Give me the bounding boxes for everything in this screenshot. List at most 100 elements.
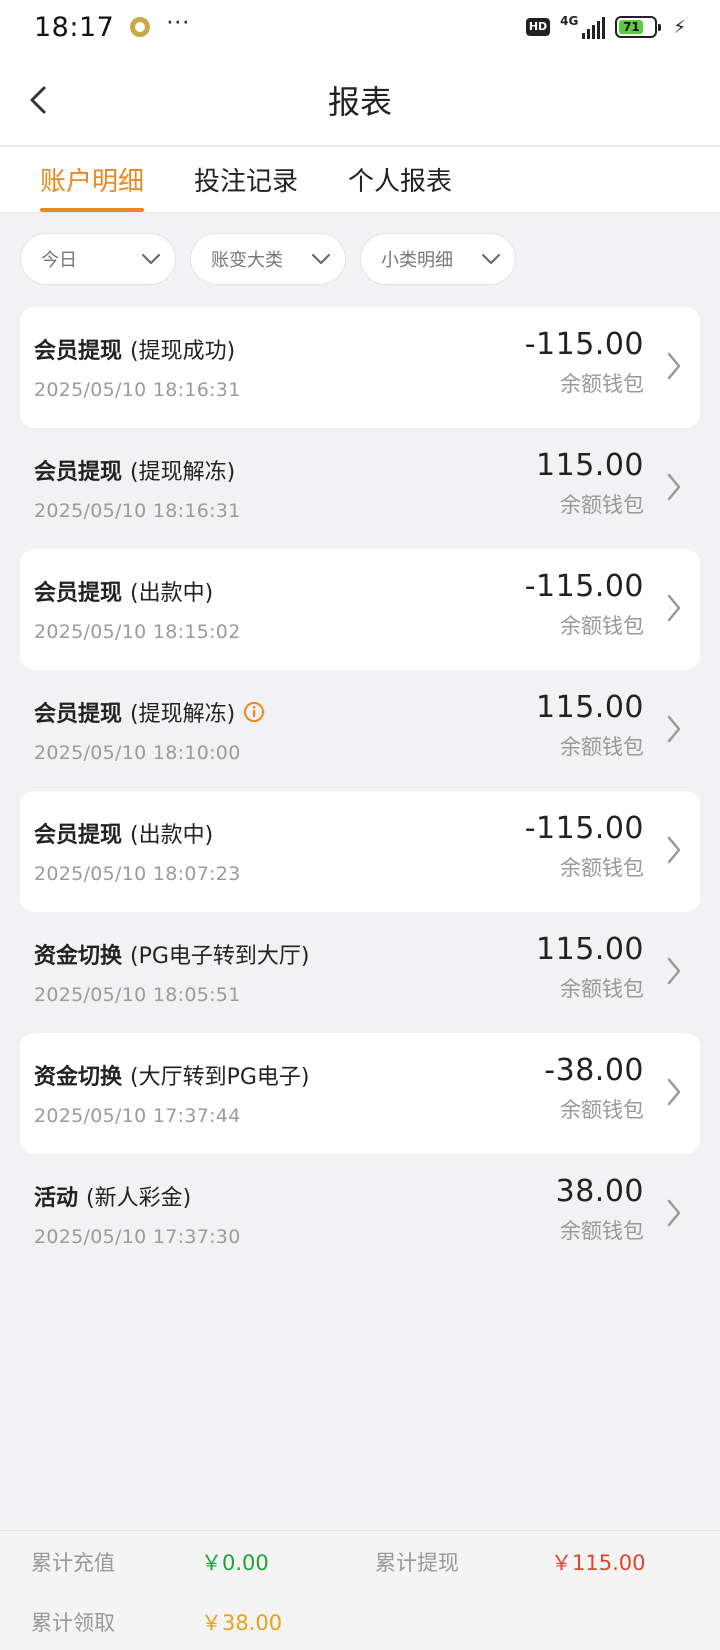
battery-level: 71	[619, 20, 644, 34]
notification-app-icon	[130, 17, 151, 37]
row-title: 资金切换 (大厅转到PG电子)	[34, 1059, 310, 1091]
info-icon[interactable]	[243, 701, 265, 723]
total-claim-value: ￥38.00	[201, 1611, 283, 1635]
row-wallet: 余额钱包	[560, 493, 644, 517]
row-category: 会员提现	[34, 581, 123, 606]
chevron-right-icon	[667, 352, 681, 380]
row-info: 会员提现 (提现解冻) 2025/05/10 18:16:31	[34, 454, 241, 522]
chevron-right-icon	[667, 957, 681, 985]
row-title: 会员提现 (提现解冻)	[34, 454, 241, 486]
filter-subcategory-dropdown[interactable]: 小类明细	[360, 233, 516, 285]
row-title: 会员提现 (提现解冻)	[34, 696, 265, 728]
row-category: 会员提现	[34, 460, 123, 485]
transaction-row[interactable]: 资金切换 (大厅转到PG电子) 2025/05/10 17:37:44 -38.…	[20, 1033, 700, 1154]
tab-personal-report[interactable]: 个人报表	[348, 146, 452, 212]
total-recharge-label: 累计充值	[31, 1551, 115, 1575]
back-button[interactable]	[14, 76, 62, 124]
transaction-row[interactable]: 会员提现 (出款中) 2025/05/10 18:07:23 -115.00 余…	[20, 791, 700, 912]
page-title: 报表	[327, 82, 392, 121]
row-amount-block: -115.00 余额钱包	[525, 327, 644, 398]
network-indicator: 4G	[560, 15, 606, 39]
filter-date-dropdown[interactable]: 今日	[20, 233, 176, 285]
row-info: 资金切换 (大厅转到PG电子) 2025/05/10 17:37:44	[34, 1059, 310, 1127]
row-amount-block: -115.00 余额钱包	[525, 811, 644, 882]
row-amount: 115.00	[536, 448, 644, 483]
chevron-right-icon	[667, 715, 681, 743]
row-amount-block: -115.00 余额钱包	[525, 569, 644, 640]
row-title: 会员提现 (提现成功)	[34, 333, 241, 365]
filter-label: 今日	[41, 250, 77, 271]
filter-bar: 今日 账变大类 小类明细	[20, 233, 516, 285]
row-info: 会员提现 (出款中) 2025/05/10 18:07:23	[34, 817, 241, 885]
tab-bar: 账户明细 投注记录 个人报表	[0, 147, 720, 213]
row-amount-block: 115.00 余额钱包	[536, 448, 644, 519]
filter-label: 小类明细	[381, 250, 453, 271]
status-right: HD 4G 71 ⚡	[525, 15, 686, 39]
total-claim-label: 累计领取	[31, 1611, 115, 1635]
row-amount-block: 115.00 余额钱包	[536, 690, 644, 761]
row-amount: -38.00	[544, 1053, 644, 1088]
summary-footer: 累计充值 ￥0.00 累计提现 ￥115.00 累计领取 ￥38.00	[0, 1530, 720, 1650]
status-time: 18:17	[34, 11, 115, 43]
transaction-row[interactable]: 会员提现 (出款中) 2025/05/10 18:15:02 -115.00 余…	[20, 549, 700, 670]
transaction-row[interactable]: 会员提现 (提现解冻) 2025/05/10 18:16:31 115.00 余…	[20, 428, 700, 549]
row-time: 2025/05/10 18:10:00	[34, 742, 241, 764]
row-amount: 115.00	[536, 690, 644, 725]
navigation-bar: 报表	[0, 54, 720, 146]
row-category: 会员提现	[34, 702, 123, 727]
transaction-row[interactable]: 会员提现 (提现解冻) 2025/05/10 18:10:00 115.00 余…	[20, 670, 700, 791]
row-info: 活动 (新人彩金) 2025/05/10 17:37:30	[34, 1180, 241, 1248]
row-amount: -115.00	[524, 811, 644, 846]
row-amount: 115.00	[536, 932, 644, 967]
row-category: 会员提现	[34, 823, 123, 848]
row-info: 会员提现 (提现成功) 2025/05/10 18:16:31	[34, 333, 241, 401]
row-info: 会员提现 (提现解冻) 2025/05/10 18:10:00	[34, 696, 265, 764]
chevron-right-icon	[667, 594, 681, 622]
row-wallet: 余额钱包	[560, 614, 644, 638]
row-time: 2025/05/10 17:37:30	[34, 1226, 241, 1248]
status-left: 18:17 ···	[34, 10, 191, 43]
row-time: 2025/05/10 18:07:23	[34, 863, 241, 885]
transaction-row[interactable]: 资金切换 (PG电子转到大厅) 2025/05/10 18:05:51 115.…	[20, 912, 700, 1033]
row-info: 资金切换 (PG电子转到大厅) 2025/05/10 18:05:51	[34, 938, 310, 1006]
row-wallet: 余额钱包	[560, 977, 644, 1001]
more-notifications-icon: ···	[166, 10, 191, 36]
row-time: 2025/05/10 18:15:02	[34, 621, 241, 643]
chevron-right-icon	[667, 1078, 681, 1106]
row-time: 2025/05/10 18:05:51	[34, 984, 241, 1006]
row-wallet: 余额钱包	[560, 1219, 644, 1243]
total-recharge-value: ￥0.00	[201, 1551, 269, 1575]
row-detail: (提现解冻)	[130, 460, 236, 485]
tab-bet-records[interactable]: 投注记录	[194, 146, 298, 212]
battery-icon: 71	[615, 16, 662, 38]
chevron-down-icon	[312, 254, 330, 264]
row-detail: (出款中)	[130, 823, 214, 848]
row-title: 会员提现 (出款中)	[34, 575, 241, 607]
row-info: 会员提现 (出款中) 2025/05/10 18:15:02	[34, 575, 241, 643]
filter-category-dropdown[interactable]: 账变大类	[190, 233, 346, 285]
chevron-down-icon	[142, 254, 160, 264]
transaction-list: 会员提现 (提现成功) 2025/05/10 18:16:31 -115.00 …	[20, 307, 700, 1275]
chevron-left-icon	[30, 86, 46, 114]
row-wallet: 余额钱包	[560, 1098, 644, 1122]
status-bar: 18:17 ··· HD 4G 71 ⚡	[0, 0, 720, 54]
chevron-right-icon	[667, 473, 681, 501]
row-time: 2025/05/10 18:16:31	[34, 500, 241, 522]
row-wallet: 余额钱包	[560, 372, 644, 396]
signal-strength-icon	[582, 17, 606, 39]
row-time: 2025/05/10 18:16:31	[34, 379, 241, 401]
total-withdraw-label: 累计提现	[375, 1551, 459, 1575]
row-detail: (提现解冻)	[130, 702, 236, 727]
row-amount-block: -38.00 余额钱包	[544, 1053, 644, 1124]
row-detail: (出款中)	[130, 581, 214, 606]
row-amount: -115.00	[524, 327, 644, 362]
row-amount: -115.00	[524, 569, 644, 604]
tab-account-details[interactable]: 账户明细	[40, 146, 145, 212]
row-title: 会员提现 (出款中)	[34, 817, 241, 849]
hd-icon: HD	[525, 18, 551, 36]
transaction-row[interactable]: 活动 (新人彩金) 2025/05/10 17:37:30 38.00 余额钱包	[20, 1154, 700, 1275]
transaction-row[interactable]: 会员提现 (提现成功) 2025/05/10 18:16:31 -115.00 …	[20, 307, 700, 428]
row-category: 活动	[34, 1186, 79, 1211]
row-wallet: 余额钱包	[560, 735, 644, 759]
row-time: 2025/05/10 17:37:44	[34, 1105, 241, 1127]
